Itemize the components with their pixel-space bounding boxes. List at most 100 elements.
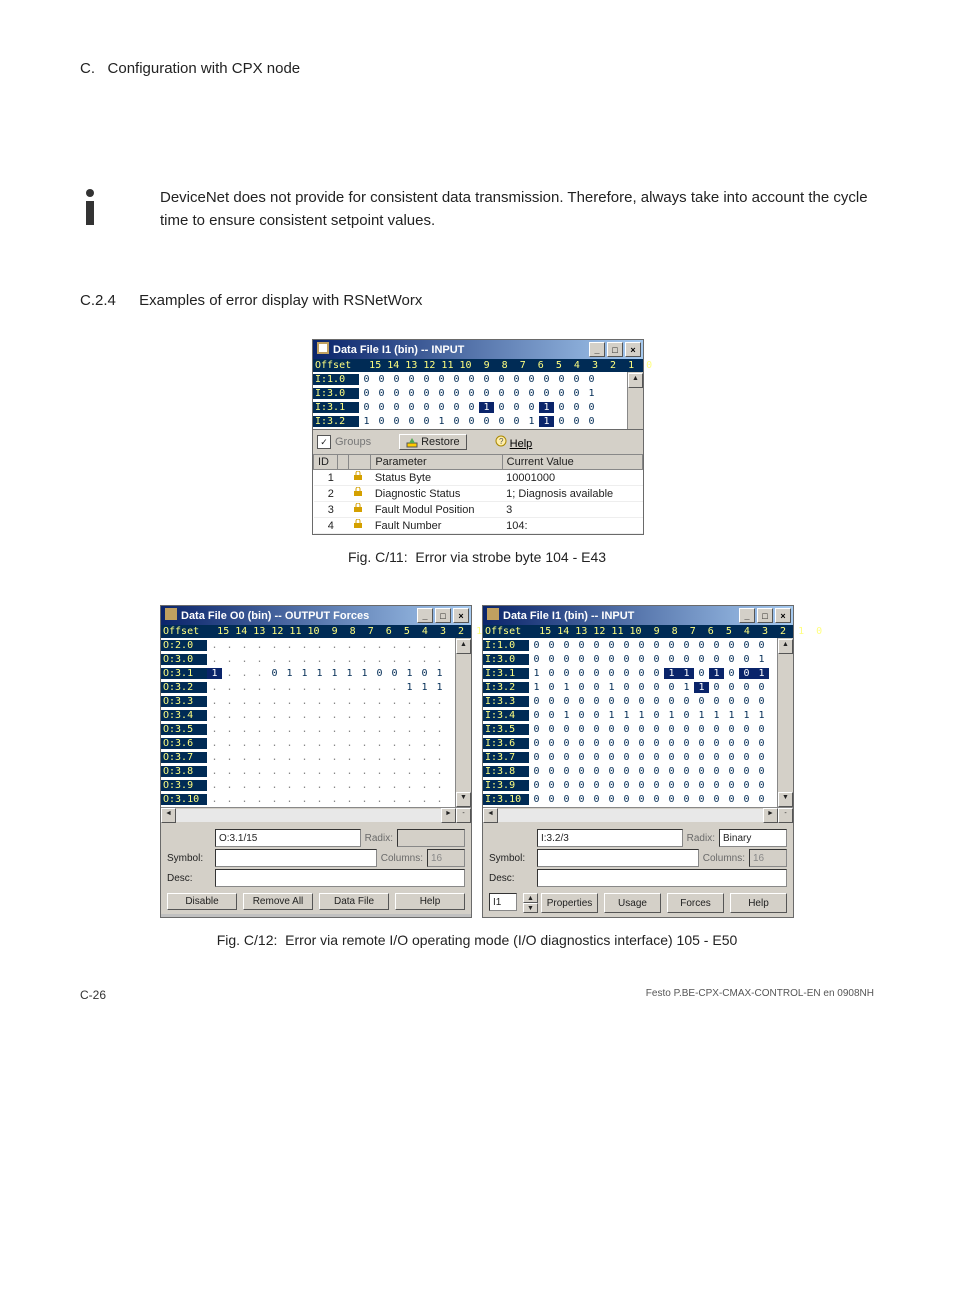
bit-cell[interactable]: . [207, 654, 222, 665]
vertical-scrollbar[interactable]: ▲ ▼ [777, 638, 793, 807]
bit-cell[interactable]: . [312, 696, 327, 707]
bit-cell[interactable]: 0 [419, 402, 434, 413]
bit-cell[interactable]: . [312, 780, 327, 791]
bit-cell[interactable]: 0 [709, 780, 724, 791]
bit-cell[interactable]: 0 [529, 738, 544, 749]
bit-cell[interactable]: . [297, 794, 312, 805]
bit-cell[interactable]: . [387, 766, 402, 777]
bit-cell[interactable]: . [252, 710, 267, 721]
bit-cell[interactable]: 0 [649, 640, 664, 651]
bit-cell[interactable]: . [417, 752, 432, 763]
bit-cell[interactable]: 0 [404, 374, 419, 385]
bit-cell[interactable]: . [207, 724, 222, 735]
bit-cell[interactable]: 0 [634, 668, 649, 679]
bit-cell[interactable]: . [222, 752, 237, 763]
bit-cell[interactable]: 0 [574, 780, 589, 791]
help-button[interactable]: Help [395, 893, 465, 910]
bit-cell[interactable]: . [267, 780, 282, 791]
bit-cell[interactable]: 0 [709, 640, 724, 651]
bit-cell[interactable]: . [342, 710, 357, 721]
bit-cell[interactable]: 0 [539, 374, 554, 385]
bit-cell[interactable]: 0 [724, 654, 739, 665]
bit-cell[interactable]: . [312, 738, 327, 749]
bit-cell[interactable]: 0 [739, 766, 754, 777]
columns-select[interactable]: 16 [427, 849, 465, 867]
bit-cell[interactable]: . [267, 640, 282, 651]
bit-cell[interactable]: . [312, 640, 327, 651]
bit-cell[interactable]: 0 [634, 640, 649, 651]
vertical-scrollbar[interactable]: ▲ [627, 372, 643, 429]
bit-cell[interactable]: 1 [479, 402, 494, 413]
bit-cell[interactable]: . [357, 654, 372, 665]
bit-cell[interactable]: 0 [604, 640, 619, 651]
bit-cell[interactable]: 0 [529, 696, 544, 707]
data-file-button[interactable]: Data File [319, 893, 389, 910]
bit-cell[interactable]: 0 [574, 724, 589, 735]
bit-cell[interactable]: 0 [649, 724, 664, 735]
bit-cell[interactable]: 0 [267, 668, 282, 679]
bit-cell[interactable]: 0 [649, 710, 664, 721]
bit-cell[interactable]: . [282, 682, 297, 693]
bit-cell[interactable]: . [267, 696, 282, 707]
radix-select[interactable]: Binary [719, 829, 787, 847]
bit-cell[interactable]: 0 [589, 794, 604, 805]
bit-cell[interactable]: . [387, 710, 402, 721]
bit-cell[interactable]: . [372, 752, 387, 763]
bit-cell[interactable]: . [327, 696, 342, 707]
bit-cell[interactable]: 0 [604, 766, 619, 777]
bit-cell[interactable]: 0 [694, 738, 709, 749]
bit-cell[interactable]: 0 [374, 402, 389, 413]
bit-cell[interactable]: 0 [634, 794, 649, 805]
bit-cell[interactable]: 0 [559, 738, 574, 749]
horizontal-scrollbar[interactable]: ◄ ► - [483, 807, 793, 823]
bit-cell[interactable]: 0 [634, 752, 649, 763]
bit-cell[interactable]: 0 [694, 766, 709, 777]
bit-cell[interactable]: 0 [569, 388, 584, 399]
bit-cell[interactable]: . [237, 682, 252, 693]
bit-cell[interactable]: . [342, 738, 357, 749]
bit-cell[interactable]: . [372, 710, 387, 721]
bit-cell[interactable]: 0 [709, 752, 724, 763]
bit-cell[interactable]: 0 [619, 724, 634, 735]
bit-cell[interactable]: 0 [709, 738, 724, 749]
bit-cell[interactable]: 0 [739, 780, 754, 791]
bit-cell[interactable]: 0 [664, 794, 679, 805]
bit-cell[interactable]: . [207, 794, 222, 805]
bit-cell[interactable]: 1 [724, 710, 739, 721]
bit-cell[interactable]: . [312, 654, 327, 665]
bit-cell[interactable]: 1 [529, 682, 544, 693]
bit-cell[interactable]: 1 [432, 668, 447, 679]
bit-cell[interactable]: 1 [327, 668, 342, 679]
bit-cell[interactable]: 0 [559, 752, 574, 763]
bit-cell[interactable]: 0 [649, 752, 664, 763]
bit-cell[interactable]: 0 [634, 766, 649, 777]
bit-cell[interactable]: 0 [604, 724, 619, 735]
maximize-button[interactable]: □ [435, 608, 451, 623]
bit-cell[interactable]: 0 [724, 752, 739, 763]
bit-cell[interactable]: . [402, 738, 417, 749]
bit-cell[interactable]: . [357, 710, 372, 721]
bit-cell[interactable]: 0 [679, 766, 694, 777]
bit-cell[interactable]: . [282, 640, 297, 651]
bit-cell[interactable]: . [237, 780, 252, 791]
minimize-button[interactable]: _ [417, 608, 433, 623]
bit-cell[interactable]: . [252, 780, 267, 791]
bit-cell[interactable]: . [417, 794, 432, 805]
bit-cell[interactable]: 0 [449, 402, 464, 413]
bit-cell[interactable]: . [327, 752, 342, 763]
bit-cell[interactable]: . [252, 794, 267, 805]
bit-cell[interactable]: . [402, 710, 417, 721]
bit-cell[interactable]: . [417, 710, 432, 721]
bit-cell[interactable]: 0 [359, 402, 374, 413]
bit-cell[interactable]: . [402, 752, 417, 763]
bit-cell[interactable]: 0 [724, 794, 739, 805]
bit-cell[interactable]: 0 [434, 388, 449, 399]
bit-cell[interactable]: . [417, 724, 432, 735]
bit-cell[interactable]: . [372, 738, 387, 749]
bit-cell[interactable]: . [297, 766, 312, 777]
bit-cell[interactable]: . [417, 654, 432, 665]
bit-cell[interactable]: . [402, 696, 417, 707]
bit-cell[interactable]: 0 [604, 752, 619, 763]
bit-cell[interactable]: . [252, 738, 267, 749]
bit-cell[interactable]: . [387, 738, 402, 749]
